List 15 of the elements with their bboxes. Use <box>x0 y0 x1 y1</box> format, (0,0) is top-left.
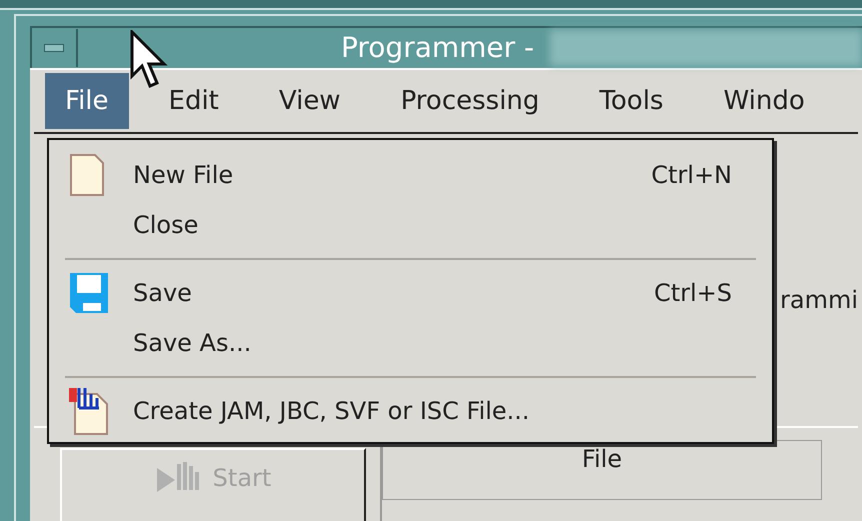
chip-file-icon <box>69 386 109 436</box>
menu-bar-item[interactable]: Processing <box>380 73 560 129</box>
window-title: Programmer - <box>341 30 534 66</box>
menu-bar-item[interactable]: View <box>258 73 361 129</box>
menu-bar-item[interactable]: Tools <box>579 73 684 129</box>
menu-item[interactable]: New File Ctrl+N <box>49 150 772 200</box>
menu-item[interactable]: Save As... <box>49 318 772 368</box>
mode-label: rammi <box>780 285 858 316</box>
menu-item[interactable]: Create JAM, JBC, SVF or ISC File... <box>49 386 772 436</box>
menu-bar-item[interactable]: Edit <box>148 73 239 129</box>
menu-item[interactable]: Save Ctrl+S <box>49 268 772 318</box>
menu-item[interactable]: Close <box>49 200 772 250</box>
document-icon <box>69 153 105 197</box>
menu-bar-item[interactable]: File <box>45 73 129 129</box>
menu-bar-item[interactable]: Windo <box>703 73 825 129</box>
